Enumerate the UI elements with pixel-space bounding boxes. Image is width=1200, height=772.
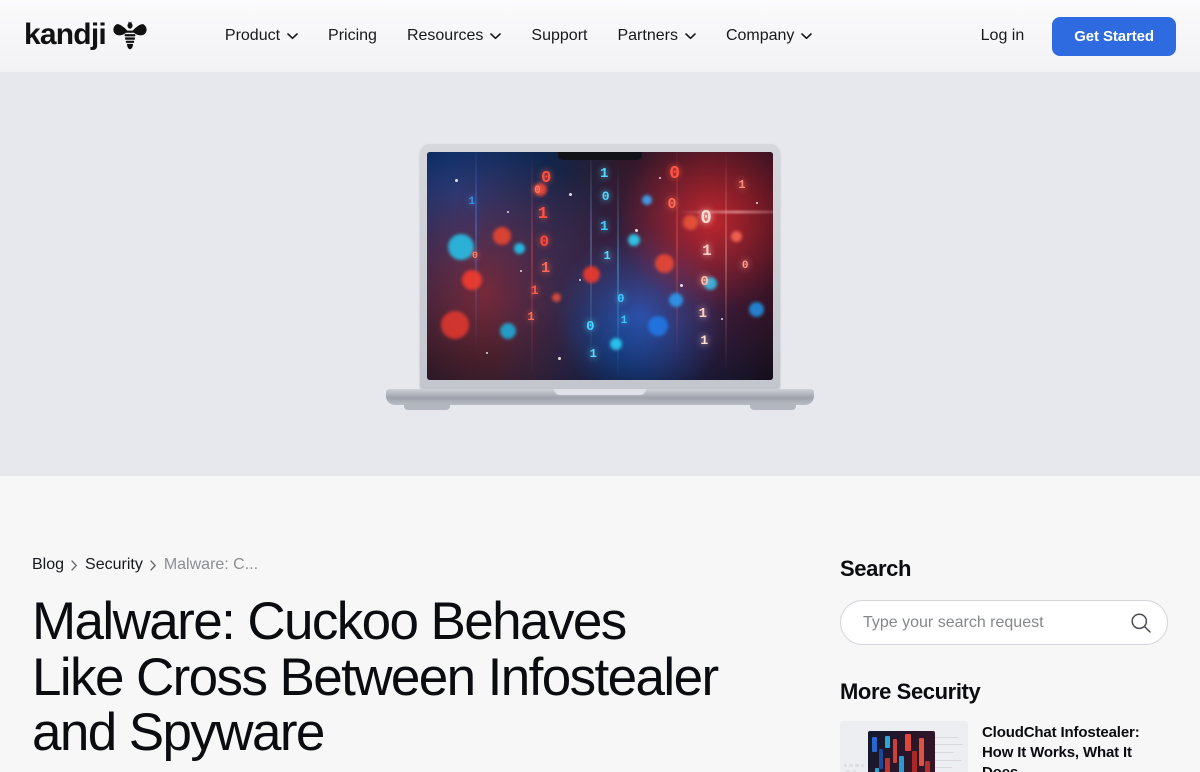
breadcrumb-item-blog[interactable]: Blog [32,556,64,574]
nav-item-product[interactable]: Product [210,19,313,53]
binary-code-artwork: 0 1 0 1 0 1 1 1 0 1 1 0 1 0 0 0 1 0 1 1 … [427,151,773,380]
nav-label: Support [531,27,588,44]
related-post-card[interactable]: CloudChat Infostealer: How It Works, Wha… [840,721,1170,772]
nav-label: Resources [406,27,484,44]
page-title: Malware: Cuckoo Behaves Like Cross Betwe… [32,592,719,763]
primary-nav: Product Pricing Resources Support Partne… [210,19,828,53]
laptop-base [386,388,814,410]
get-started-button[interactable]: Get Started [1052,16,1176,56]
breadcrumb-item-current: Malware: C... [163,556,259,573]
related-post-thumbnail [840,721,968,772]
search-submit-button[interactable] [1130,612,1152,634]
thumb-decoration-dots [843,763,870,772]
nav-item-resources[interactable]: Resources [392,19,516,53]
laptop-foot-right [750,403,796,410]
nav-item-company[interactable]: Company [711,19,827,53]
nav-label: Product [224,27,281,44]
laptop-foot-left [404,403,450,410]
breadcrumb-separator-icon [150,559,157,571]
search-heading: Search [840,556,911,581]
chevron-down-icon [287,32,298,40]
more-security-heading: More Security [840,679,981,704]
laptop-notch [558,151,642,160]
login-link[interactable]: Log in [971,19,1035,53]
nav-item-support[interactable]: Support [516,19,602,53]
related-post-title: CloudChat Infostealer: How It Works, Wha… [982,724,1140,772]
search-icon [1130,612,1152,637]
chevron-down-icon [685,32,696,40]
content-section: Blog Security Malware: C... Malware: Cuc… [0,476,1200,772]
thumb-decoration-lines [932,734,963,772]
nav-label: Partners [617,27,678,44]
site-header: kandji Product Pricing Resources Support… [0,0,1200,72]
sidebar: Search More Security [840,556,1170,772]
logo-wordmark: kandji [24,18,107,51]
breadcrumb-separator-icon [71,559,78,571]
bee-icon [112,21,148,51]
breadcrumb-item-security[interactable]: Security [85,556,143,574]
nav-label: Company [725,27,795,44]
laptop-screen: 0 1 0 1 0 1 1 1 0 1 1 0 1 0 0 0 1 0 1 1 … [427,151,773,380]
page-root: kandji Product Pricing Resources Support… [0,0,1200,772]
hero-section: 0 1 0 1 0 1 1 1 0 1 1 0 1 0 0 0 1 0 1 1 … [0,72,1200,476]
nav-label: Pricing [328,27,377,44]
laptop-mockup-image: 0 1 0 1 0 1 1 1 0 1 1 0 1 0 0 0 1 0 1 1 … [386,143,814,410]
laptop-base-notch [554,388,646,395]
breadcrumb: Blog Security Malware: C... [32,556,772,574]
search-box [840,600,1168,645]
laptop-lid: 0 1 0 1 0 1 1 1 0 1 1 0 1 0 0 0 1 0 1 1 … [420,143,780,389]
search-input[interactable] [840,600,1168,645]
kandji-logo[interactable]: kandji [24,20,148,52]
chevron-down-icon [490,32,502,40]
header-actions: Log in Get Started [971,16,1176,56]
nav-item-pricing[interactable]: Pricing [313,19,392,53]
thumb-screen [868,730,935,772]
chevron-down-icon [801,32,813,40]
nav-item-partners[interactable]: Partners [602,19,710,53]
article-main-column: Blog Security Malware: C... Malware: Cuc… [32,556,772,761]
